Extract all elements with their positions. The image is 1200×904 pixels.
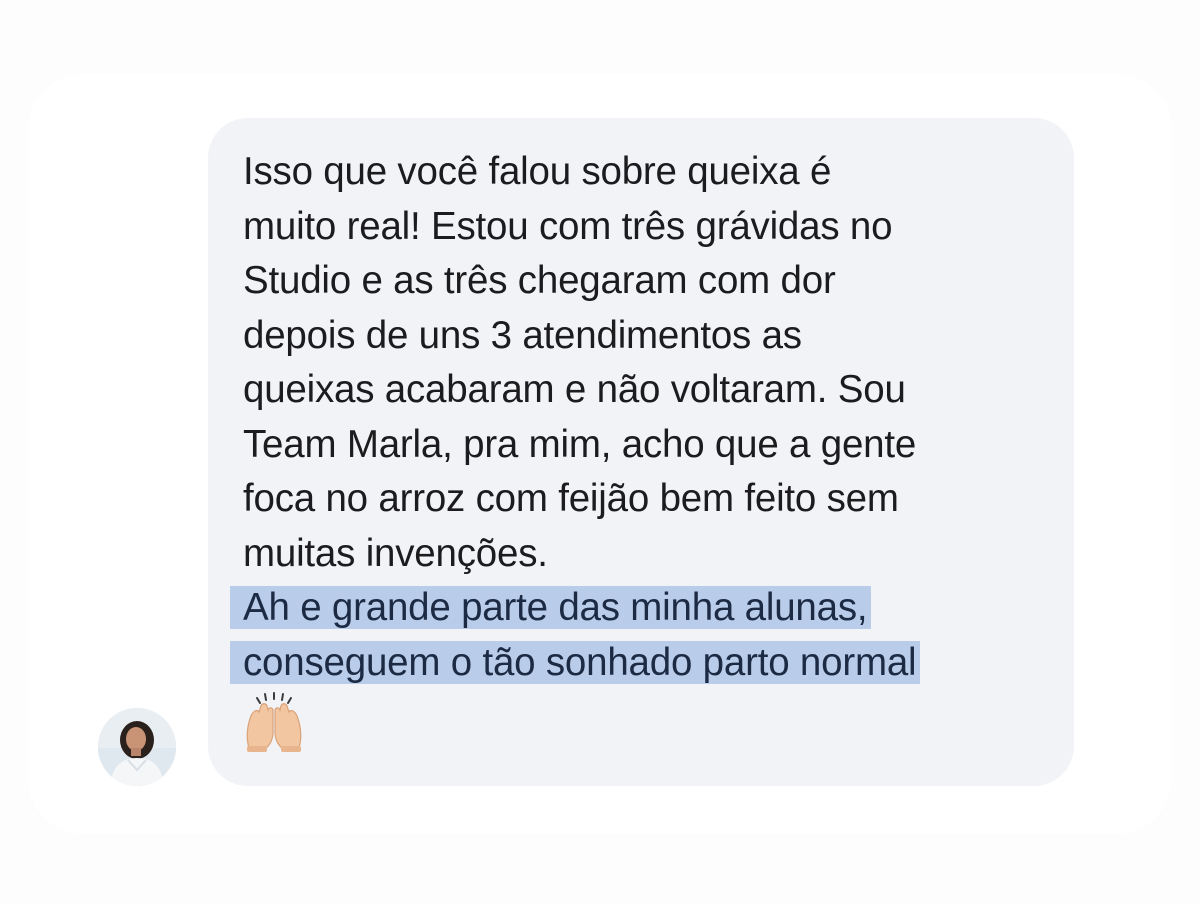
message-bubble[interactable]: Isso que você falou sobre queixa é muito…: [208, 118, 1074, 786]
user-avatar-photo-icon: [98, 708, 176, 786]
highlighted-line: Ah e grande parte das minha alunas,: [230, 586, 872, 629]
message-line: Team Marla, pra mim, acho que a gente: [243, 422, 917, 466]
message-line: muito real! Estou com três grávidas no: [243, 204, 893, 248]
emoji-row: [243, 692, 1044, 752]
message-line: foca no arroz com feijão bem feito sem: [243, 477, 899, 520]
avatar[interactable]: [98, 708, 176, 786]
message-text: Isso que você falou sobre queixa é muito…: [230, 145, 1044, 752]
message-line: depois de uns 3 atendimentos as: [243, 313, 802, 357]
highlighted-line: conseguem o tão sonhado parto normal: [230, 640, 921, 684]
message-line: Studio e as três chegaram com dor: [243, 259, 836, 302]
raising-hands-icon: [243, 692, 305, 752]
message-line: Isso que você falou sobre queixa é: [243, 150, 832, 193]
highlighted-text[interactable]: Ah e grande parte das minha alunas, cons…: [230, 581, 1044, 690]
message-line: queixas acabaram e não voltaram. Sou: [243, 368, 906, 411]
chat-screen: Isso que você falou sobre queixa é muito…: [0, 0, 1200, 904]
message-line: muitas invenções.: [243, 531, 548, 575]
